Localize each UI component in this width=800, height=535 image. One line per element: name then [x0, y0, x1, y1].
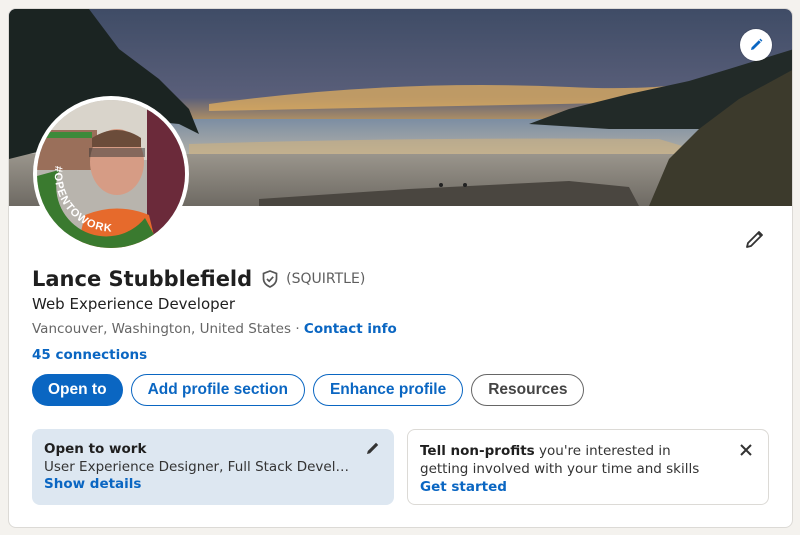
- get-started-link[interactable]: Get started: [420, 479, 756, 495]
- profile-location: Vancouver, Washington, United States: [32, 321, 292, 337]
- location-row: Vancouver, Washington, United States · C…: [32, 321, 397, 337]
- nonprofit-bold: Tell non-profits: [420, 443, 535, 459]
- pencil-icon: [751, 38, 763, 50]
- nonprofit-card: Tell non-profits you're interested in ge…: [407, 429, 769, 505]
- verified-shield-icon[interactable]: [260, 269, 280, 289]
- connections-link[interactable]: 45 connections: [32, 347, 147, 363]
- show-details-link[interactable]: Show details: [44, 476, 382, 492]
- profile-headline: Web Experience Developer: [32, 295, 236, 313]
- enhance-profile-button[interactable]: Enhance profile: [312, 374, 464, 406]
- name-row: Lance Stubblefield (SQUIRTLE): [32, 267, 365, 291]
- open-to-work-roles: User Experience Designer, Full Stack Dev…: [44, 459, 354, 475]
- add-profile-section-button[interactable]: Add profile section: [130, 374, 305, 406]
- nonprofit-message: Tell non-profits you're interested in ge…: [420, 442, 720, 478]
- profile-actions: Open to Add profile section Enhance prof…: [32, 374, 585, 406]
- resources-button[interactable]: Resources: [471, 374, 585, 406]
- open-to-button[interactable]: Open to: [32, 374, 123, 406]
- profile-card: #OPENTOWORK Lance Stubblefield (SQUIRTLE…: [8, 8, 793, 528]
- close-icon[interactable]: [736, 440, 756, 460]
- open-to-work-card: Open to work User Experience Designer, F…: [32, 429, 394, 505]
- profile-avatar[interactable]: #OPENTOWORK: [33, 96, 189, 252]
- edit-banner-button[interactable]: [740, 29, 772, 61]
- pencil-icon[interactable]: [364, 439, 382, 457]
- profile-name: Lance Stubblefield: [32, 267, 253, 291]
- pencil-icon: [746, 231, 763, 248]
- separator: ·: [295, 321, 300, 337]
- profile-pronouns: (SQUIRTLE): [286, 271, 366, 287]
- contact-info-link[interactable]: Contact info: [304, 321, 397, 337]
- edit-intro-button[interactable]: [743, 227, 767, 251]
- open-to-work-title: Open to work: [44, 441, 147, 457]
